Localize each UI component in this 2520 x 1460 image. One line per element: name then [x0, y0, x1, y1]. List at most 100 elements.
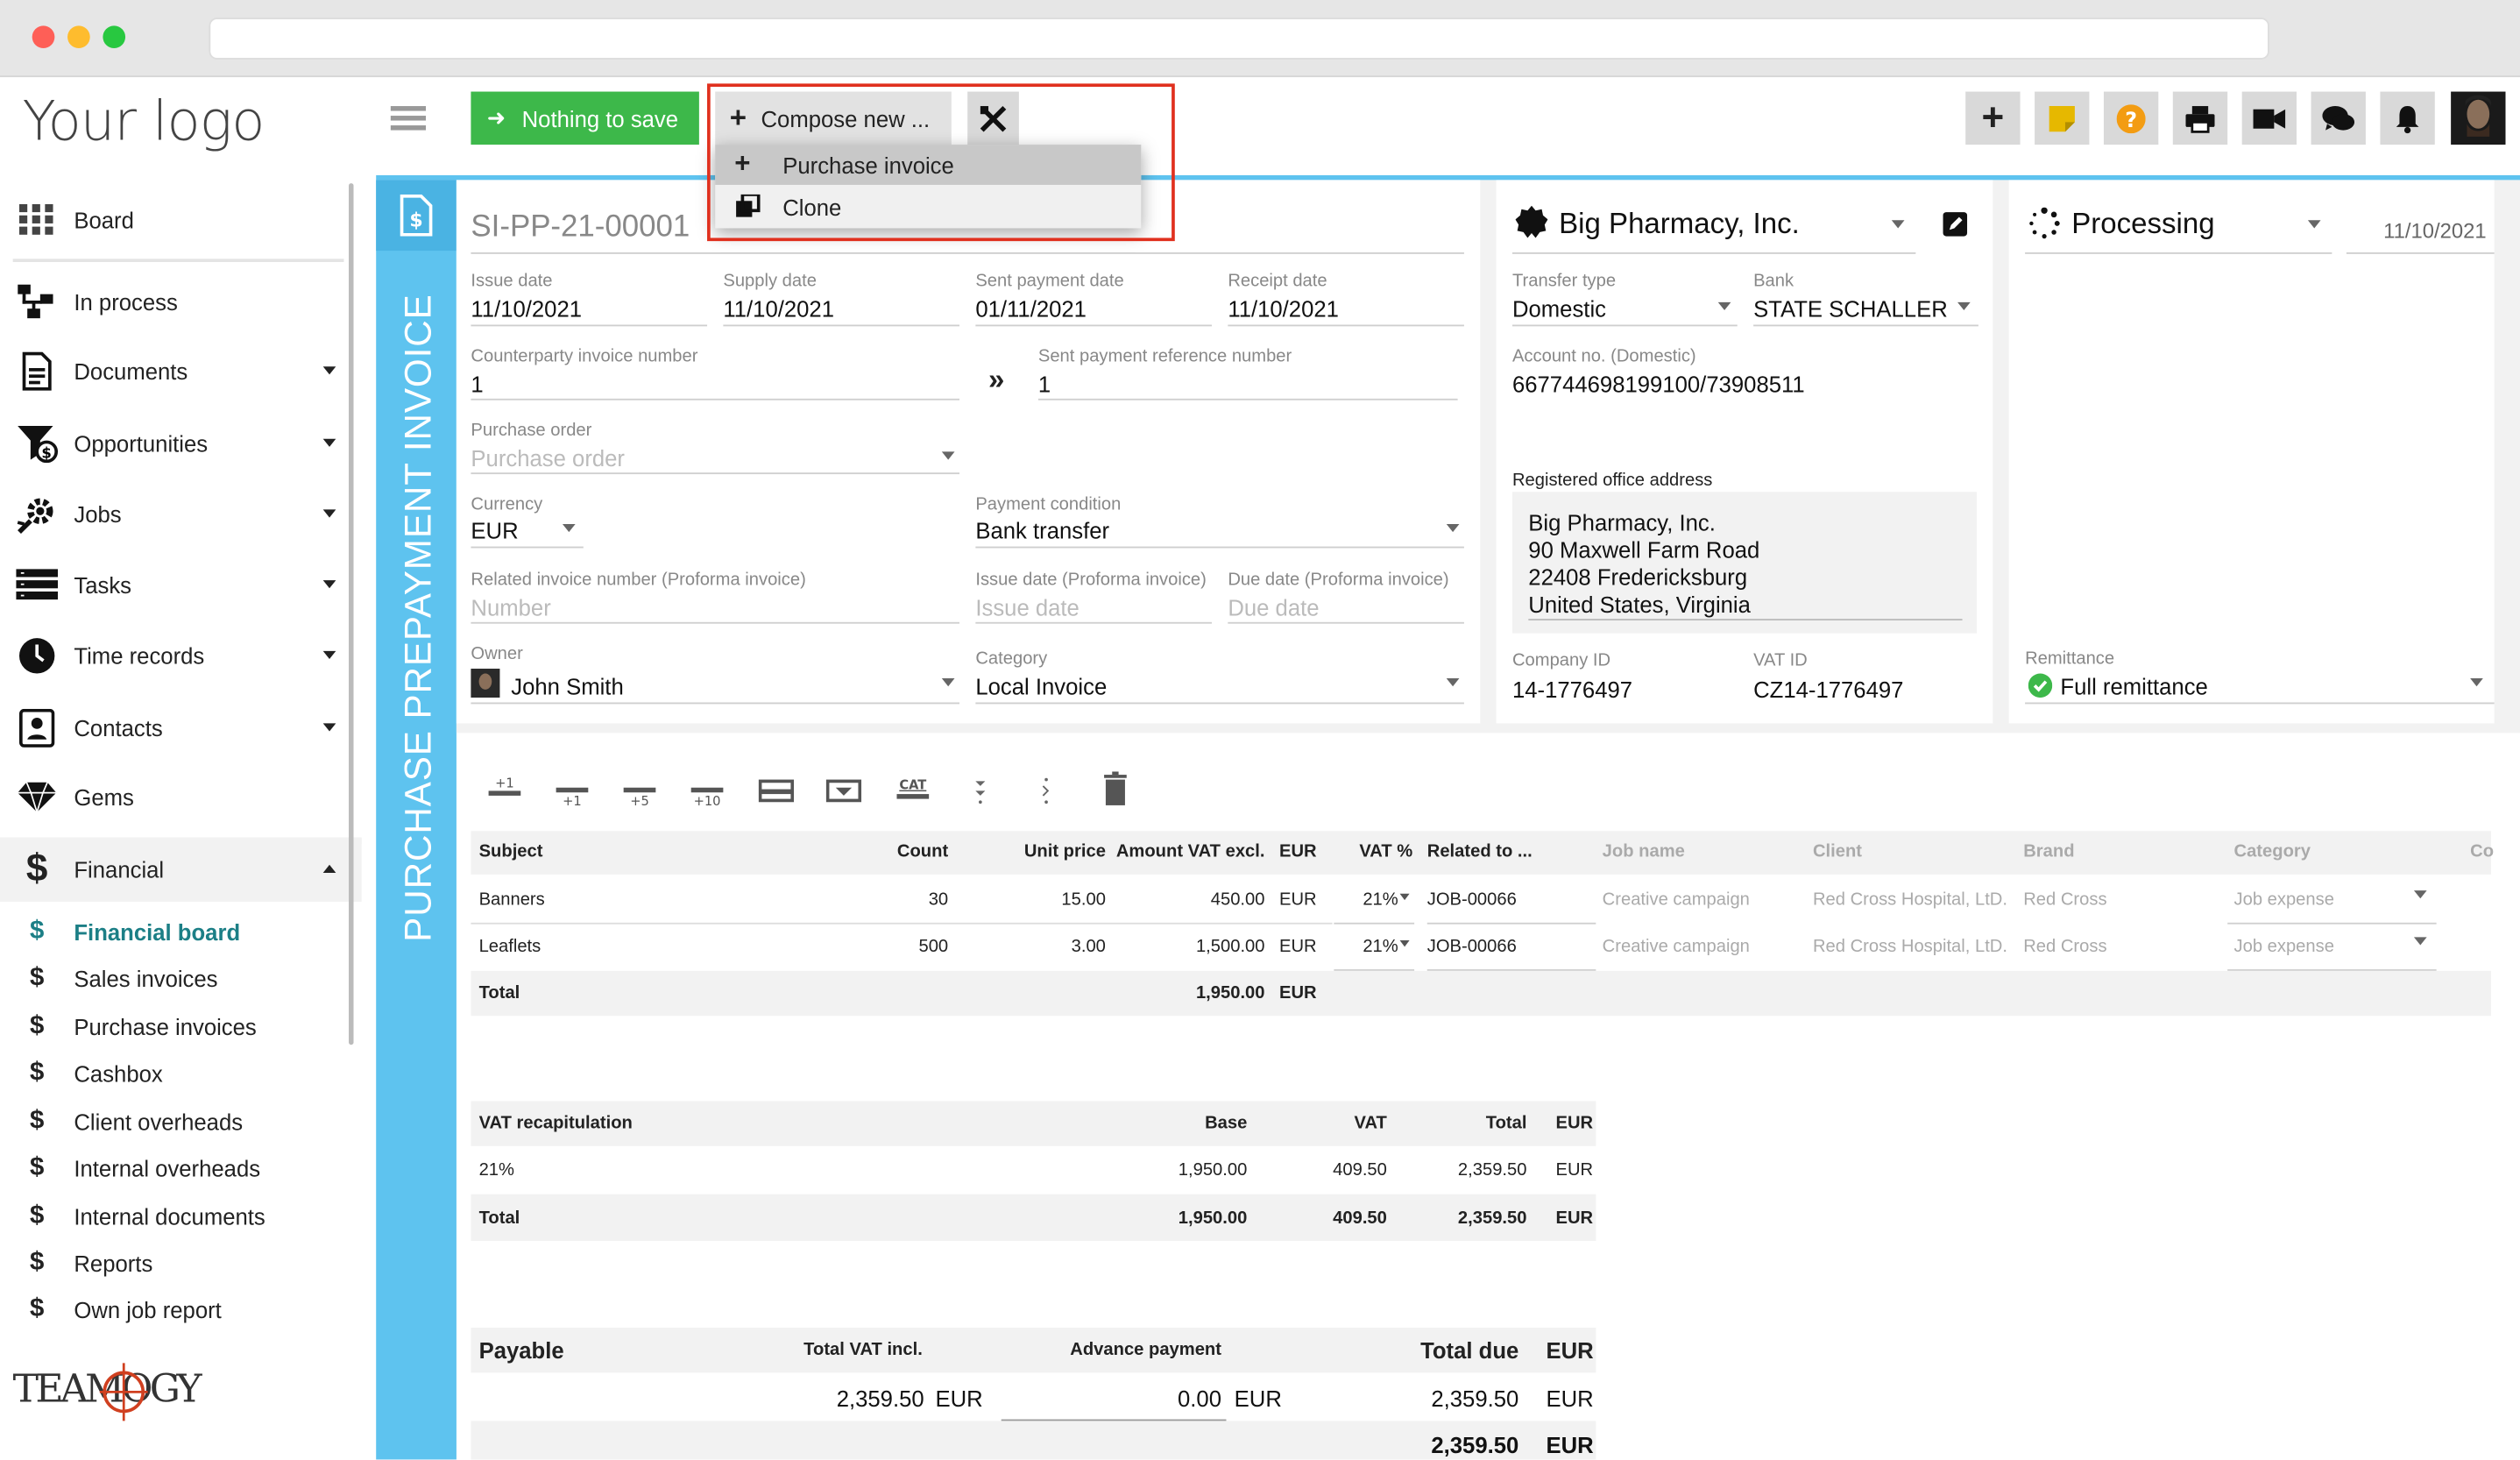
issue-date-proforma-field[interactable]: Issue date — [975, 595, 1079, 620]
notifications-button[interactable] — [2380, 91, 2435, 145]
chevron-down-icon[interactable] — [2307, 220, 2321, 229]
sidebar-footer: TEAMOGY — [0, 1330, 362, 1460]
issue-date-field[interactable]: 11/10/2021 — [471, 295, 582, 321]
dollar-icon: $ — [30, 1201, 45, 1230]
delete-trash-icon[interactable] — [1098, 769, 1133, 807]
sidebar-item-gems[interactable]: Gems — [0, 765, 362, 829]
print-button[interactable] — [2172, 91, 2228, 145]
cell-related-job[interactable]: JOB-00066 — [1427, 890, 1517, 910]
category-icon[interactable]: CAT — [895, 769, 931, 807]
cell-category-select[interactable]: Job expense — [2234, 890, 2334, 910]
chevron-down-icon[interactable] — [1399, 893, 1410, 901]
sent-payment-reference-field[interactable]: 1 — [1038, 372, 1051, 397]
sidebar-item-tasks[interactable]: Tasks — [0, 553, 362, 617]
cell-vat-select[interactable]: 21% — [1334, 890, 1398, 910]
insert-section-icon[interactable] — [758, 769, 795, 807]
sidebar-item-jobs[interactable]: Jobs — [0, 482, 362, 546]
currency-select[interactable]: EUR — [471, 518, 518, 543]
table-row[interactable]: Banners 30 15.00 450.00 EUR 21% JOB-0006… — [471, 875, 2491, 925]
sidebar-subitem-financial-board[interactable]: $ Financial board — [0, 908, 362, 954]
sidebar-item-in-process[interactable]: In process — [0, 270, 362, 334]
cell-unit-price[interactable]: 15.00 — [980, 890, 1105, 910]
related-invoice-field[interactable]: Number — [471, 595, 550, 620]
chevron-down-icon[interactable] — [2470, 678, 2483, 687]
sidebar-item-financial[interactable]: $ Financial — [0, 837, 362, 902]
chevron-down-icon[interactable] — [1446, 678, 1460, 687]
app-logo[interactable]: Your logo — [23, 90, 265, 154]
chevron-down-icon[interactable] — [1717, 301, 1731, 310]
add-five-rows-icon[interactable]: +5 — [622, 769, 657, 807]
status-select[interactable]: Processing — [2071, 208, 2214, 242]
remittance-select[interactable]: Full remittance — [2060, 674, 2207, 699]
transfer-type-label: Transfer type — [1511, 271, 1617, 291]
sidebar-item-contacts[interactable]: Contacts — [0, 696, 362, 760]
maximize-window-dot[interactable] — [103, 25, 126, 49]
purchase-order-select[interactable]: Purchase order — [471, 445, 625, 471]
sidebar-subitem-internal-documents[interactable]: $ Internal documents — [0, 1193, 362, 1239]
chevron-down-icon[interactable] — [1957, 301, 1971, 310]
transfer-type-select[interactable]: Domestic — [1512, 295, 1606, 321]
close-window-dot[interactable] — [32, 25, 55, 49]
minimize-window-dot[interactable] — [67, 25, 90, 49]
due-date-proforma-field[interactable]: Due date — [1228, 595, 1319, 620]
add-row-below-icon[interactable]: +1 — [555, 769, 590, 807]
chevron-down-icon[interactable] — [1399, 939, 1410, 947]
note-button[interactable] — [2035, 91, 2090, 145]
sent-payment-date-field[interactable]: 01/11/2021 — [975, 295, 1087, 321]
bank-select[interactable]: STATE SCHALLER — [1753, 295, 1948, 321]
save-button[interactable]: ➜ Nothing to save — [471, 91, 699, 145]
address-bar[interactable] — [209, 18, 2269, 60]
chevron-down-icon[interactable] — [2413, 937, 2427, 946]
receipt-date-field[interactable]: 11/10/2021 — [1228, 295, 1339, 321]
sidebar-subitem-cashbox[interactable]: $ Cashbox — [0, 1050, 362, 1096]
cell-unit-price[interactable]: 3.00 — [980, 937, 1106, 956]
chevron-down-icon[interactable] — [941, 678, 955, 687]
collapse-rows-icon[interactable] — [963, 769, 998, 807]
status-date: 11/10/2021 — [2383, 218, 2487, 243]
sidebar-subitem-internal-overheads[interactable]: $ Internal overheads — [0, 1145, 362, 1191]
payment-condition-select[interactable]: Bank transfer — [975, 518, 1109, 543]
cell-subject[interactable]: Banners — [479, 890, 545, 910]
chevron-down-icon[interactable] — [562, 523, 576, 533]
owner-select[interactable]: John Smith — [511, 674, 623, 699]
cell-related-job[interactable]: JOB-00066 — [1427, 937, 1517, 956]
move-down-icon[interactable] — [825, 769, 862, 807]
add-row-above-icon[interactable]: +1 — [487, 769, 522, 807]
add-button[interactable]: + — [1965, 91, 2021, 145]
sidebar-subitem-sales-invoices[interactable]: $ Sales invoices — [0, 955, 362, 1002]
chat-button[interactable] — [2311, 91, 2366, 145]
sidebar-subitem-client-overheads[interactable]: $ Client overheads — [0, 1098, 362, 1145]
sidebar-subitem-own-job-report[interactable]: $ Own job report — [0, 1286, 362, 1332]
video-button[interactable] — [2241, 91, 2297, 145]
sidebar-subitem-purchase-invoices[interactable]: $ Purchase invoices — [0, 1003, 362, 1050]
chevron-down-icon[interactable] — [2413, 890, 2427, 899]
cell-vat-select[interactable]: 21% — [1334, 937, 1398, 956]
edit-company-icon[interactable] — [1943, 212, 1968, 237]
column-header-co: Co — [2470, 842, 2495, 862]
sidebar-scrollbar[interactable] — [349, 183, 354, 1045]
chevron-down-icon[interactable] — [941, 451, 955, 460]
supply-date-field[interactable]: 11/10/2021 — [723, 295, 834, 321]
sidebar-item-opportunities[interactable]: $ Opportunities — [0, 412, 362, 476]
category-select[interactable]: Local Invoice — [975, 674, 1107, 699]
sidebar-item-board[interactable]: Board — [0, 188, 362, 252]
sidebar-item-time-records[interactable]: Time records — [0, 624, 362, 688]
cell-category-select[interactable]: Job expense — [2234, 937, 2334, 956]
advance-payment-input[interactable]: 0.00 — [1002, 1386, 1221, 1411]
user-avatar[interactable] — [2451, 91, 2506, 145]
hamburger-menu-icon[interactable] — [390, 106, 427, 140]
add-ten-rows-icon[interactable]: +10 — [690, 769, 725, 807]
company-name-select[interactable]: Big Pharmacy, Inc. — [1559, 208, 1800, 242]
copy-forward-icon[interactable]: » — [988, 364, 1004, 398]
sidebar-subitem-reports[interactable]: $ Reports — [0, 1239, 362, 1286]
chevron-down-icon[interactable] — [1446, 523, 1460, 533]
table-row[interactable]: Leaflets 500 3.00 1,500.00 EUR 21% JOB-0… — [471, 925, 2491, 971]
help-button[interactable]: ? — [2103, 91, 2159, 145]
counterparty-invoice-field[interactable]: 1 — [471, 372, 483, 397]
cell-subject[interactable]: Leaflets — [479, 937, 542, 956]
sidebar-item-documents[interactable]: Documents — [0, 339, 362, 403]
vertical-dots-icon[interactable] — [1029, 769, 1064, 807]
cell-count[interactable]: 30 — [852, 890, 948, 910]
chevron-down-icon[interactable] — [1891, 220, 1905, 229]
cell-count[interactable]: 500 — [852, 937, 948, 956]
